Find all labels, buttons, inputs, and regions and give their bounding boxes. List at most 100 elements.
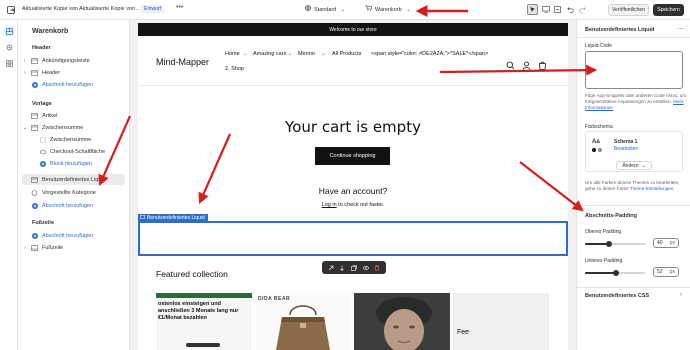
custom-liquid-section[interactable]	[138, 221, 568, 256]
nav-link-sale[interactable]: <span style="color: #DE2A2A;">*SALE*</sp…	[371, 51, 488, 57]
product-image[interactable]	[354, 293, 450, 350]
custom-css-heading[interactable]: Benutzerdefiniertes CSS	[585, 293, 649, 299]
add-section-button[interactable]: Abschnitt hinzufügen	[22, 200, 125, 211]
sidebar-item-custom-liquid[interactable]: Benutzerdefiniertes Liquid	[22, 174, 125, 185]
dashed-block-icon	[38, 136, 47, 143]
delete-icon[interactable]	[374, 265, 380, 271]
button-block-icon	[38, 148, 47, 155]
theme-select-label: Standard	[314, 7, 337, 13]
cart-icon	[365, 5, 373, 13]
chevron-down-icon: ⌄	[288, 51, 293, 57]
sidebar-item-announcement-bar[interactable]: › Ankündigungsleiste	[22, 55, 125, 66]
sidebar-item-label: Zwischensumme	[50, 136, 92, 143]
sidebar-block-checkout-button[interactable]: Checkout-Schaltfläche	[22, 146, 125, 157]
sidebar-item-subtotal[interactable]: ⌄ Zwischensumme	[22, 122, 125, 133]
announcement-bar[interactable]: Welcome to our store	[138, 23, 568, 36]
hide-icon[interactable]	[362, 265, 369, 271]
liquid-code-textarea[interactable]	[585, 51, 683, 89]
top-padding-unit: px	[669, 240, 675, 246]
chevron-down-icon: ⌄	[340, 7, 346, 13]
sidebar-block-subtotal[interactable]: Zwischensumme	[22, 134, 125, 145]
cart-icon[interactable]	[538, 61, 547, 70]
slider-thumb[interactable]	[606, 241, 612, 247]
sidebar-item-footer[interactable]: › Fußzeile	[22, 242, 125, 253]
panel-title: Benutzerdefiniertes Liquid	[585, 27, 655, 33]
section-icon	[30, 57, 39, 64]
sidebar-item-header[interactable]: › Header	[22, 67, 125, 78]
chevron-right-icon[interactable]: ›	[680, 292, 682, 298]
product-image[interactable]: Fee	[453, 293, 549, 350]
divider	[577, 205, 690, 206]
slider-thumb[interactable]	[613, 270, 620, 276]
product-image[interactable]: ostenlos einsteigen und anschließen 3 Mo…	[156, 293, 252, 350]
move-down-icon[interactable]	[339, 265, 345, 271]
bottom-padding-label: Unteres Padding	[585, 258, 623, 264]
theme-settings-select[interactable]: Standard ⌄	[305, 5, 345, 13]
exit-icon[interactable]	[6, 5, 16, 15]
more-options-icon[interactable]: ⋯	[677, 25, 684, 33]
sidebar-section-footer: Fußzeile	[32, 220, 55, 226]
header-divider	[138, 85, 568, 86]
handbag-image	[276, 305, 330, 350]
apps-icon[interactable]	[4, 58, 14, 68]
add-block-label: Block hinzufügen	[50, 160, 92, 167]
settings-gear-icon[interactable]	[4, 42, 14, 52]
redo-button[interactable]	[577, 4, 588, 15]
change-scheme-button[interactable]: Ändern ⌄	[616, 161, 652, 170]
color-scheme-label: Farbschema	[585, 124, 613, 130]
add-section-button[interactable]: Abschnitt hinzufügen	[22, 230, 125, 241]
login-link[interactable]: Log in	[322, 202, 337, 208]
nav-link-amazing-cars[interactable]: Amazing cars	[253, 51, 286, 57]
duplicate-icon[interactable]	[351, 264, 357, 271]
undo-button[interactable]	[565, 4, 576, 15]
chevron-down-icon: ⌄	[641, 162, 646, 169]
undo-icon	[567, 7, 574, 13]
bottom-padding-slider[interactable]	[585, 270, 645, 276]
sidebar-item-products[interactable]: Artikel	[22, 110, 125, 121]
plus-circle-icon	[30, 232, 39, 239]
sidebar-item-label: Ankündigungsleiste	[42, 57, 90, 64]
sidebar-item-featured-collection[interactable]: Vorgestellte Kategorie	[22, 187, 125, 198]
page-select[interactable]: Warenkorb ⌄	[365, 5, 411, 13]
bottom-padding-input[interactable]: 52 px	[653, 267, 679, 277]
theme-settings-link[interactable]: Theme-Einstellungen.	[630, 186, 675, 191]
more-actions-button[interactable]: •••	[176, 4, 183, 11]
chevron-right-icon[interactable]: ›	[22, 58, 28, 64]
liquid-help-body: Füge App-Snippets oder anderen Code hinz…	[585, 93, 687, 104]
liquid-help-text: Füge App-Snippets oder anderen Code hinz…	[585, 93, 687, 111]
chevron-down-icon[interactable]: ⌄	[22, 125, 28, 131]
add-block-button[interactable]: Block hinzufügen	[22, 158, 125, 169]
store-logo[interactable]: Mind-Mapper	[156, 57, 209, 67]
desktop-view-button[interactable]	[540, 4, 551, 15]
add-section-button[interactable]: Abschnitt hinzufügen	[22, 79, 125, 90]
product-image[interactable]: DIDA BEAR	[256, 293, 350, 350]
featured-collection-heading: Featured collection	[156, 269, 228, 279]
inspector-toggle[interactable]	[527, 4, 538, 15]
top-padding-input[interactable]: 40 px	[653, 238, 679, 248]
section-icon	[30, 69, 39, 76]
nav-link-merino[interactable]: Merino	[298, 51, 315, 57]
plus-circle-icon	[30, 202, 39, 209]
sidebar-item-label: Fußzeile	[42, 244, 64, 251]
nav-link-home[interactable]: Home	[225, 51, 240, 57]
chevron-right-icon[interactable]: ›	[22, 245, 28, 251]
edit-scheme-link[interactable]: Bearbeiten	[614, 146, 638, 152]
move-up-icon[interactable]	[328, 265, 334, 271]
top-bar: Aktualisierte Kopie von Aktualisierte Ko…	[0, 0, 690, 20]
nav-link-shop[interactable]: 2. Shop	[225, 66, 244, 72]
top-padding-slider[interactable]	[585, 241, 645, 247]
continue-shopping-button[interactable]: Continue shopping	[315, 147, 390, 165]
sidebar-title: Warenkorb	[32, 28, 69, 35]
save-button[interactable]: Speichern	[653, 4, 684, 16]
account-icon[interactable]	[522, 61, 531, 70]
divider	[577, 37, 690, 38]
chevron-down-icon: ⌄	[243, 51, 248, 57]
full-width-button[interactable]	[552, 4, 563, 15]
chevron-right-icon[interactable]: ›	[22, 70, 28, 76]
publish-button[interactable]: Veröffentlichen	[608, 4, 649, 16]
section-sidebar: Warenkorb Header › Ankündigungsleiste › …	[18, 20, 130, 350]
nav-link-all-products[interactable]: All Products	[332, 51, 361, 57]
search-icon[interactable]	[506, 61, 515, 70]
section-icon	[30, 112, 39, 119]
sections-icon[interactable]	[4, 26, 14, 36]
